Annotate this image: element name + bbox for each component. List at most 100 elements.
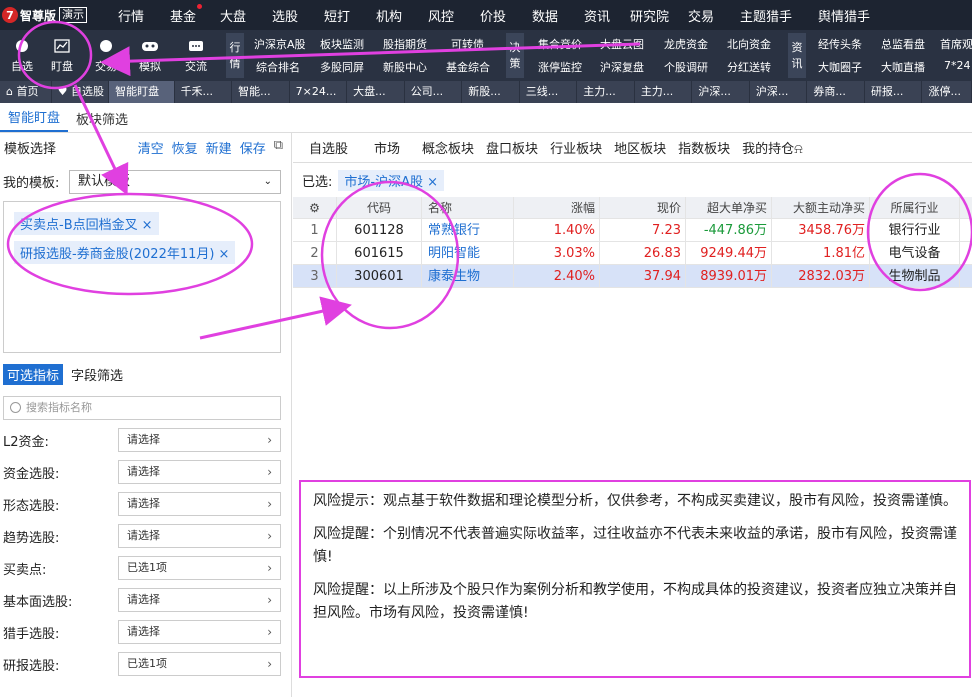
ribbon-link[interactable]: 大咖圈子 [818, 59, 862, 75]
menu-item-research[interactable]: 研究院 [630, 6, 669, 25]
close-icon[interactable]: × [427, 175, 438, 190]
restore-button[interactable]: 恢复 [172, 138, 198, 157]
menu-item-value[interactable]: 价投 [480, 6, 506, 25]
close-icon[interactable]: × [142, 218, 153, 233]
category-index[interactable]: 指数板块 [678, 138, 730, 157]
indicator-search-input[interactable]: 搜索指标名称 [3, 396, 281, 420]
col-code[interactable]: 代码 [337, 197, 422, 219]
ribbon-link[interactable]: 基金综合 [446, 59, 490, 75]
settings-icon[interactable]: ⚙ [293, 197, 337, 219]
my-template-select[interactable]: 默认模板 ⌄ [69, 170, 281, 194]
ribbon-simulate-button[interactable]: 模拟 [128, 30, 172, 81]
col-change[interactable]: 涨幅 [514, 197, 600, 219]
tab-item[interactable]: 涨停... [922, 81, 972, 103]
ribbon-link[interactable]: 板块监测 [320, 36, 364, 52]
subtab-smart-monitor[interactable]: 智能盯盘 [0, 107, 69, 132]
tab-item[interactable]: 沪深... [750, 81, 808, 103]
ribbon-link[interactable]: 分红送转 [727, 59, 771, 75]
ribbon-link[interactable]: 龙虎资金 [664, 36, 708, 52]
ribbon-link[interactable]: 首席观 [940, 36, 972, 52]
filter-select[interactable]: 请选择 › [118, 460, 281, 484]
menu-item-trade[interactable]: 交易 [688, 6, 714, 25]
menu-item-sentiment-hunter[interactable]: 舆情猎手 [818, 6, 870, 25]
clear-button[interactable]: 清空 [138, 138, 164, 157]
tab-field-filter[interactable]: 字段筛选 [71, 365, 123, 384]
tab-item[interactable]: 新股... [462, 81, 520, 103]
category-concept[interactable]: 概念板块 [422, 138, 474, 157]
tab-item[interactable]: 主力... [577, 81, 635, 103]
category-order-book[interactable]: 盘口板块 [486, 138, 538, 157]
table-row-selected[interactable]: 3 300601 康泰生物 2.40% 37.94 8939.01万 2832.… [293, 265, 972, 288]
menu-item-risk[interactable]: 风控 [428, 6, 454, 25]
ribbon-watchlist-button[interactable]: 自选 [0, 30, 44, 81]
tab-item[interactable]: 大盘... [347, 81, 405, 103]
ribbon-link[interactable]: 大盘云图 [600, 36, 644, 52]
menu-item-short[interactable]: 短打 [324, 6, 350, 25]
col-price[interactable]: 现价 [600, 197, 686, 219]
tab-item[interactable]: 公司... [405, 81, 463, 103]
ribbon-link[interactable]: 个股调研 [664, 59, 708, 75]
tab-item[interactable]: 智能... [232, 81, 290, 103]
close-icon[interactable]: × [218, 247, 229, 262]
tab-item[interactable]: 沪深... [692, 81, 750, 103]
subtab-sector-filter[interactable]: 板块筛选 [68, 109, 136, 132]
tab-item[interactable]: 千禾... [175, 81, 233, 103]
stock-name[interactable]: 康泰生物 [422, 265, 514, 288]
ribbon-link[interactable]: 7*24 [944, 59, 971, 72]
tab-smart-monitor[interactable]: 智能盯盘 [109, 81, 175, 103]
filter-select[interactable]: 请选择 › [118, 524, 281, 548]
ribbon-link[interactable]: 股指期货 [383, 36, 427, 52]
category-industry[interactable]: 行业板块 [550, 138, 602, 157]
tab-item[interactable]: 研报... [865, 81, 923, 103]
stock-name[interactable]: 明阳智能 [422, 242, 514, 265]
col-xl-net-buy[interactable]: 超大单净买 [686, 197, 772, 219]
filter-select[interactable]: 请选择 › [118, 492, 281, 516]
table-row[interactable]: 1 601128 常熟银行 1.40% 7.23 -447.86万 3458.7… [293, 219, 972, 242]
menu-item-hq[interactable]: 行情 [118, 6, 144, 25]
filter-select[interactable]: 已选1项 › [118, 556, 281, 580]
ribbon-link[interactable]: 沪深京A股 [254, 36, 306, 52]
ribbon-trade-button[interactable]: 交易 [84, 30, 128, 81]
filter-select[interactable]: 已选1项 › [118, 652, 281, 676]
tab-item[interactable]: 三线... [520, 81, 578, 103]
ribbon-link[interactable]: 大咖直播 [881, 59, 925, 75]
category-region[interactable]: 地区板块 [614, 138, 666, 157]
tab-item[interactable]: 主力... [635, 81, 693, 103]
new-button[interactable]: 新建 [206, 138, 232, 157]
col-name[interactable]: 名称 [422, 197, 514, 219]
ribbon-link[interactable]: 北向资金 [727, 36, 771, 52]
menu-item-news[interactable]: 资讯 [584, 6, 610, 25]
tab-item[interactable]: 券商... [807, 81, 865, 103]
copy-icon[interactable]: ⧉ [274, 138, 283, 157]
ribbon-link[interactable]: 总监看盘 [881, 36, 925, 52]
ribbon-link[interactable]: 多股同屏 [320, 59, 364, 75]
category-market[interactable]: 市场 [374, 138, 400, 157]
menu-item-market[interactable]: 大盘 [220, 6, 246, 25]
ribbon-link[interactable]: 经传头条 [818, 36, 862, 52]
menu-item-fund[interactable]: 基金 [170, 3, 203, 25]
ribbon-link[interactable]: 新股中心 [383, 59, 427, 75]
menu-item-institution[interactable]: 机构 [376, 6, 402, 25]
ribbon-link[interactable]: 集合竞价 [538, 36, 582, 52]
ribbon-link[interactable]: 沪深复盘 [600, 59, 644, 75]
ribbon-link[interactable]: 涨停监控 [538, 59, 582, 75]
filter-select[interactable]: 请选择 › [118, 428, 281, 452]
save-button[interactable]: 保存 [240, 138, 266, 157]
menu-item-theme-hunter[interactable]: 主题猎手 [740, 6, 792, 25]
ribbon-link[interactable]: 可转债 [451, 36, 484, 52]
tab-optional-indicators[interactable]: 可选指标 [3, 364, 64, 385]
menu-item-stock-pick[interactable]: 选股 [272, 6, 298, 25]
ribbon-link[interactable]: 综合排名 [256, 59, 300, 75]
tab-item[interactable]: 7×24... [290, 81, 348, 103]
col-big-active-net-buy[interactable]: 大额主动净买 [772, 197, 870, 219]
filter-select[interactable]: 请选择 › [118, 620, 281, 644]
ribbon-chat-button[interactable]: 交流 [174, 30, 218, 81]
category-holdings[interactable]: 我的持仓⍾ [742, 138, 803, 157]
filter-select[interactable]: 请选择 › [118, 588, 281, 612]
menu-item-data[interactable]: 数据 [532, 6, 558, 25]
stock-name[interactable]: 常熟银行 [422, 219, 514, 242]
table-row[interactable]: 2 601615 明阳智能 3.03% 26.83 9249.44万 1.81亿… [293, 242, 972, 265]
ribbon-monitor-button[interactable]: 盯盘 [40, 30, 84, 81]
col-industry[interactable]: 所属行业 [870, 197, 960, 219]
tab-watchlist[interactable]: ♥ 自选股 [52, 81, 110, 103]
